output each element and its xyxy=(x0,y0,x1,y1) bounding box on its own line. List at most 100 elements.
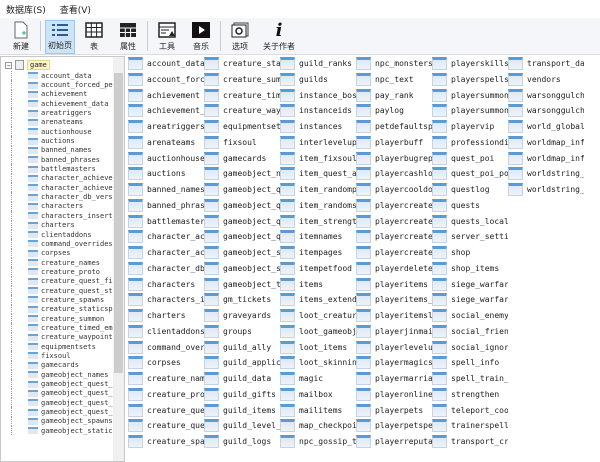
table-item[interactable]: areatriggers xyxy=(128,119,204,134)
table-item[interactable]: corpses xyxy=(128,355,204,370)
table-item[interactable]: playerdelete... xyxy=(356,261,432,276)
table-item[interactable]: creature_proto xyxy=(128,387,204,402)
tree-item[interactable]: gameobject_names xyxy=(1,370,113,380)
tree-scrollbar[interactable] xyxy=(113,57,124,461)
tree-item[interactable]: characters_insert_queue xyxy=(1,211,113,221)
table-item[interactable]: command_over... xyxy=(128,340,204,355)
home-button[interactable]: 初始页 xyxy=(45,20,75,54)
table-item[interactable]: characters xyxy=(128,277,204,292)
tree-item[interactable]: command_overrides xyxy=(1,239,113,249)
table-item[interactable]: item_strengthen xyxy=(280,214,356,229)
table-item[interactable]: item_fixsoul xyxy=(280,151,356,166)
table-item[interactable]: server_settings xyxy=(432,229,508,244)
table-item[interactable]: character_db... xyxy=(128,261,204,276)
tree-item[interactable]: corpses xyxy=(1,248,113,258)
tree-item[interactable]: creature_staticspawns xyxy=(1,304,113,314)
tree-item[interactable]: banned_phrases xyxy=(1,155,113,165)
table-item[interactable]: creature_que... xyxy=(128,403,204,418)
tree-item[interactable]: characters xyxy=(1,201,113,212)
table-item[interactable]: instances xyxy=(280,119,356,134)
tree-item[interactable]: clientaddons xyxy=(1,229,113,240)
table-item[interactable]: playercooldowns xyxy=(356,182,432,197)
table-item[interactable]: playerlevelu... xyxy=(356,340,432,355)
table-item[interactable]: playerjinmai xyxy=(356,324,432,339)
table-item[interactable]: creature_sta... xyxy=(204,56,280,71)
table-item[interactable]: banned_phrases xyxy=(128,198,204,213)
table-item[interactable]: gameobject_q... xyxy=(204,182,280,197)
tree-item[interactable]: creature_spawns xyxy=(1,295,113,305)
table-item[interactable]: charters xyxy=(128,308,204,323)
table-item[interactable]: guild_ranks xyxy=(280,56,356,71)
table-item[interactable]: achievement_... xyxy=(128,103,204,118)
table-item[interactable]: playerbugrep... xyxy=(356,151,432,166)
scrollbar-thumb[interactable] xyxy=(114,73,123,373)
tree-item[interactable]: account_data xyxy=(1,71,113,81)
table-item[interactable]: gameobject_s... xyxy=(204,245,280,260)
tree-item[interactable]: achievement_data xyxy=(1,99,113,109)
table-item[interactable]: creature_names xyxy=(128,371,204,386)
tree-item[interactable]: character_achievement xyxy=(1,173,113,184)
table-item[interactable]: battlemasters xyxy=(128,214,204,229)
table-item[interactable]: shop xyxy=(432,245,508,260)
table-item[interactable]: pay_rank xyxy=(356,88,432,103)
table-item[interactable]: creature_summon xyxy=(204,72,280,87)
table-item[interactable]: playerspells xyxy=(432,72,508,87)
tree-item[interactable]: arenateams xyxy=(1,117,113,128)
table-item[interactable]: guild_ally xyxy=(204,340,280,355)
table-item[interactable]: loot_creatures xyxy=(280,308,356,323)
table-item[interactable]: petdefaultsp... xyxy=(356,119,432,134)
table-item[interactable]: item_randoms... xyxy=(280,198,356,213)
table-item[interactable]: gameobject_s... xyxy=(204,261,280,276)
table-item[interactable]: paylog xyxy=(356,103,432,118)
table-item[interactable]: guild_data xyxy=(204,371,280,386)
table-item[interactable]: playercreate... xyxy=(356,198,432,213)
table-item[interactable]: siege_warfar... xyxy=(432,292,508,307)
table-item[interactable]: siege_warfare xyxy=(432,277,508,292)
table-item[interactable]: instanceids xyxy=(280,103,356,118)
table-item[interactable]: magic xyxy=(280,371,356,386)
table-button[interactable]: 表 xyxy=(79,20,109,54)
table-item[interactable]: worldmap_info xyxy=(508,135,584,150)
tree-item[interactable]: creature_quest_finisher xyxy=(1,276,113,286)
tree-item[interactable]: auctions xyxy=(1,136,113,146)
tree-item[interactable]: character_db_version xyxy=(1,192,113,202)
table-item[interactable]: shop_items xyxy=(432,261,508,276)
tree-item[interactable]: banned_names xyxy=(1,145,113,156)
table-item[interactable]: playerreputa... xyxy=(356,434,432,449)
table-item[interactable]: creature_que... xyxy=(128,418,204,433)
table-item[interactable]: account_forc... xyxy=(128,72,204,87)
table-item[interactable]: warsonggulch... xyxy=(508,103,584,118)
table-item[interactable]: instance_bosses xyxy=(280,88,356,103)
tree-item[interactable]: gameobject_quest_starter xyxy=(1,407,113,417)
table-item[interactable]: playeronline... xyxy=(356,387,432,402)
table-item[interactable]: character_ac... xyxy=(128,229,204,244)
table-item[interactable]: playeritems xyxy=(356,277,432,292)
table-item[interactable]: auctions xyxy=(128,166,204,181)
table-item[interactable]: guild_logs xyxy=(204,434,280,449)
table-item[interactable]: mailitems xyxy=(280,403,356,418)
table-item[interactable]: loot_items xyxy=(280,340,356,355)
options-button[interactable]: 选项 xyxy=(225,20,255,54)
table-item[interactable]: auctionhouse xyxy=(128,151,204,166)
table-item[interactable]: teleport_coords xyxy=(432,403,508,418)
table-item[interactable]: loot_gameobj... xyxy=(280,324,356,339)
music-button[interactable]: 音乐 xyxy=(186,20,216,54)
tree-item[interactable]: creature_summon xyxy=(1,313,113,324)
table-item[interactable]: warsonggulch xyxy=(508,88,584,103)
table-item[interactable]: groups xyxy=(204,324,280,339)
table-item[interactable]: playerpetspells xyxy=(356,418,432,433)
tree-item[interactable]: areatriggers xyxy=(1,108,113,118)
table-item[interactable]: playercashlog xyxy=(356,166,432,181)
table-item[interactable]: transport_cr... xyxy=(432,434,508,449)
table-item[interactable]: playercreate... xyxy=(356,245,432,260)
table-item[interactable]: playeritems_... xyxy=(356,292,432,307)
table-item[interactable]: gameobject_t... xyxy=(204,277,280,292)
table-item[interactable]: npc_gossip_t... xyxy=(280,434,356,449)
table-item[interactable]: interlevelup... xyxy=(280,135,356,150)
table-item[interactable]: trainerspell... xyxy=(432,418,508,433)
table-item[interactable]: social_enemys xyxy=(432,308,508,323)
tree-item[interactable]: gameobject_quest_pickup_binding xyxy=(1,398,113,408)
tree-item[interactable]: fixsoul xyxy=(1,351,113,361)
tree-item[interactable]: equipmentsets xyxy=(1,341,113,352)
table-item[interactable]: gm_tickets xyxy=(204,292,280,307)
